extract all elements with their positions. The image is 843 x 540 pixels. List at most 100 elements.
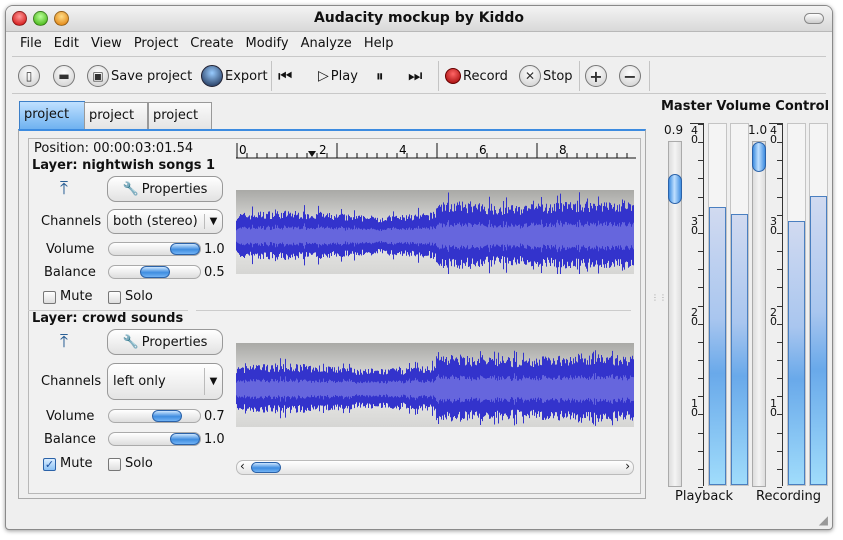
fast-forward-button[interactable]: ⏭ [408,63,422,89]
scale-tick [777,251,782,253]
save-icon: ▣ [87,65,109,87]
scale-tick [777,487,782,488]
scale-tick [777,196,782,198]
properties-button[interactable]: 🔧 Properties [107,329,223,355]
solo-checkbox[interactable] [108,291,121,304]
scale-tick [698,251,703,253]
export-button[interactable]: Export [201,63,268,89]
scale-tick [777,359,782,361]
recording-meter-right [809,123,828,486]
scale-tick [698,378,703,380]
save-label: Save project [111,68,193,84]
slider-thumb[interactable] [668,174,682,204]
solo-label: Solo [125,456,153,471]
move-up-icon[interactable]: ⤒ [60,178,68,199]
timeline-ruler[interactable]: 0 2 4 6 8 [236,141,636,159]
solo-checkbox[interactable] [108,458,121,471]
properties-button[interactable]: 🔧 Properties [107,176,223,202]
waveform-nightwish-songs[interactable] [236,190,634,278]
scale-tick [698,396,703,398]
scale-tick [698,160,703,162]
balance-slider[interactable] [108,265,201,279]
position-readout: Position: 00:00:03:01.54 [34,141,194,156]
menu-file[interactable]: File [14,34,48,54]
menu-edit[interactable]: Edit [48,34,85,54]
scrollbar-thumb[interactable] [251,462,281,473]
waveform-graph [236,192,634,278]
playback-label: Playback [675,489,734,504]
play-button[interactable]: ▷ Play [318,63,358,89]
recording-level-scale: 40 30 20 10 [769,123,783,488]
scale-tick [777,305,782,307]
balance-value: 1.0 [204,432,225,447]
menu-view[interactable]: View [85,34,128,54]
menu-analyze[interactable]: Analyze [295,34,358,54]
stop-icon: ✕ [519,65,541,87]
save-project-button[interactable]: ▣ Save project [87,63,192,89]
recording-volume-value: 1.0 [748,123,768,137]
horizontal-scrollbar[interactable]: ‹ › [236,459,634,475]
move-up-icon[interactable]: ⤒ [60,331,68,352]
mute-checkbox[interactable] [43,291,56,304]
tab-project-3[interactable]: project 3 [148,102,212,148]
divider [12,56,826,57]
new-document-icon: ▯ [18,65,40,87]
scale-tick [777,178,782,180]
playback-meter-right [730,123,749,486]
scale-label: 30 [770,215,777,237]
balance-slider[interactable] [108,432,201,446]
zoom-in-button[interactable]: + [585,63,607,89]
resize-grip-icon[interactable]: ◢ [819,513,828,527]
mute-checkbox[interactable]: ✓ [43,458,56,471]
scale-tick [777,160,782,162]
globe-icon [201,65,223,87]
menu-help[interactable]: Help [358,34,400,54]
volume-value: 0.7 [204,409,225,424]
new-button[interactable]: ▯ [18,63,40,89]
menu-create[interactable]: Create [184,34,239,54]
stop-button[interactable]: ✕ Stop [519,63,573,89]
pause-button[interactable]: ⏸ [376,63,384,89]
volume-slider[interactable] [108,409,201,423]
mute-label: Mute [60,289,93,304]
splitter-handle[interactable]: ⋮⋮ [651,293,667,302]
channels-dropdown[interactable]: both (stereo) ▼ [107,209,223,234]
menu-modify[interactable]: Modify [240,34,295,54]
scale-label: 20 [770,306,777,328]
record-button[interactable]: Record [445,63,508,89]
playback-volume-slider[interactable] [668,141,682,487]
playhead-marker[interactable] [308,151,316,157]
scale-tick [777,468,782,470]
slider-thumb[interactable] [752,142,766,172]
scale-tick [777,269,782,271]
open-button[interactable]: ▬ [53,63,75,89]
layer-title: Layer: crowd sounds [32,311,184,326]
menu-bar: File Edit View Project Create Modify Ana… [14,34,399,54]
volume-slider[interactable] [108,242,201,256]
scroll-left-icon[interactable]: ‹ [240,459,245,473]
tab-project-1[interactable]: project 1 [19,101,85,147]
scale-tick [777,396,782,398]
zoom-out-button[interactable]: − [619,63,641,89]
fast-forward-icon: ⏭ [408,66,423,85]
scale-tick [777,287,782,289]
menu-project[interactable]: Project [128,34,184,54]
channels-dropdown[interactable]: left only ▼ [107,363,223,400]
ruler-label: 4 [399,143,407,157]
waveform-crowd-sounds[interactable] [236,343,634,427]
rewind-button[interactable]: ⏮ [278,63,292,89]
scale-label: 10 [691,397,698,419]
recording-volume-slider[interactable] [752,141,766,487]
waveform-graph [236,350,634,426]
scale-tick [777,341,782,343]
stop-label: Stop [543,68,573,84]
channels-value: both (stereo) [113,214,198,229]
ruler-label: 6 [479,143,487,157]
tab-project-2[interactable]: project 2 [84,102,148,148]
ruler-label: 2 [319,143,327,157]
toolbar-toggle-button[interactable] [804,13,824,24]
scroll-right-icon[interactable]: › [625,459,630,473]
recording-label: Recording [756,489,822,504]
scale-tick [777,124,782,125]
chevron-down-icon: ▼ [204,214,222,229]
